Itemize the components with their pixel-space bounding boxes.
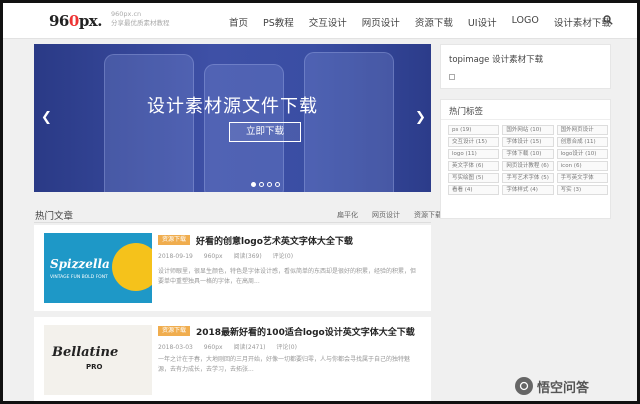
- logo-tail: px.: [78, 12, 103, 30]
- divider: [34, 222, 431, 223]
- carousel-dot[interactable]: [259, 182, 264, 187]
- wukong-logo-icon: [515, 377, 533, 395]
- article-card[interactable]: Bellatine PRO 资源下载 2018最新好看的100适合logo设计英…: [34, 317, 431, 401]
- thumb-title: Bellatine: [52, 345, 119, 360]
- site-logo[interactable]: 960px.: [49, 12, 102, 30]
- download-now-button[interactable]: 立即下载: [229, 122, 301, 142]
- browser-frame: 960px. 960px.cn 分享最优质素材教程 首页 PS教程 交互设计 网页设计…: [0, 0, 640, 404]
- banner-phone-graphic: [104, 54, 194, 192]
- carousel-dot[interactable]: [267, 182, 272, 187]
- nav-item[interactable]: UI设计: [468, 15, 497, 29]
- sidebar-box-title: 热门标签: [449, 107, 484, 117]
- nav-item[interactable]: 网页设计: [362, 15, 400, 29]
- lemon-graphic: [112, 243, 152, 291]
- sidebar-box-title[interactable]: topimage 设计素材下载: [449, 53, 543, 65]
- tag-item[interactable]: 写实绘图 (5): [448, 173, 500, 183]
- tag-item[interactable]: 手写英文字体: [556, 173, 608, 183]
- sidebar-box-topimage: topimage 设计素材下载: [440, 44, 611, 89]
- tag-item[interactable]: 字体下载 (10): [502, 149, 554, 159]
- article-views: 阅读(2471): [233, 344, 266, 351]
- tag-item[interactable]: 国外网站 (10): [502, 125, 554, 135]
- hot-tag-link[interactable]: 网页设计: [372, 210, 400, 220]
- nav-item[interactable]: 资源下载: [415, 15, 453, 29]
- article-views: 阅读(369): [233, 253, 262, 260]
- thumb-subtitle: PRO: [86, 363, 103, 371]
- hot-tag-link[interactable]: 资源下载: [414, 210, 442, 220]
- tag-item[interactable]: 手写艺术字体 (5): [502, 173, 554, 183]
- divider: [441, 119, 610, 120]
- article-comments[interactable]: 评论(0): [276, 344, 297, 351]
- banner-title: 设计素材源文件下载: [147, 96, 318, 117]
- article-author[interactable]: 960px: [204, 253, 223, 260]
- sidebar-box-tags: 热门标签 ps (19) 国外网站 (10) 国外网页设计交互设计 (15) 字体设计…: [440, 99, 611, 219]
- carousel-dot[interactable]: [251, 182, 256, 187]
- tag-item[interactable]: 看看 (4): [448, 185, 500, 195]
- chevron-right-icon[interactable]: ❯: [415, 110, 426, 125]
- tag-cloud: ps (19) 国外网站 (10) 国外网页设计交互设计 (15) 字体设计 (15)…: [448, 125, 608, 195]
- hot-tag-links: 扁平化 网页设计 资源下载: [337, 210, 442, 220]
- nav-item[interactable]: LOGO: [512, 15, 539, 29]
- chevron-left-icon[interactable]: ❮: [41, 110, 52, 125]
- broken-image-icon[interactable]: [449, 74, 455, 80]
- article-comments[interactable]: 评论(0): [273, 253, 294, 260]
- site-tagline: 960px.cn 分享最优质素材教程: [111, 10, 170, 28]
- watermark-text: 悟空问答: [537, 380, 590, 396]
- article-date: 2018-03-03: [158, 344, 193, 351]
- article-excerpt: 设计师眼里，很显生颜色，特色是字体设计感，看似简单的东西却是很好的积累，经验的积…: [158, 268, 417, 285]
- article-title[interactable]: 2018最新好看的100适合logo设计英文字体大全下载: [196, 325, 415, 338]
- tag-item[interactable]: logo (11): [448, 149, 500, 159]
- site-domain: 960px.cn: [111, 10, 142, 18]
- nav-item[interactable]: 首页: [229, 15, 248, 29]
- article-excerpt: 一年之计在于春，大地刚回的三月开始，好像一切都要归零，人与你都会寻找属于自己的独…: [158, 356, 411, 373]
- tag-item[interactable]: icon (6): [556, 161, 608, 171]
- search-icon[interactable]: [603, 15, 613, 25]
- article-author[interactable]: 960px: [204, 344, 223, 351]
- category-badge[interactable]: 资源下载: [158, 326, 191, 336]
- tag-item[interactable]: 创意合成 (11): [556, 137, 608, 147]
- nav-item[interactable]: PS教程: [263, 15, 294, 29]
- article-card[interactable]: Spizzella VINTAGE FUN BOLD FONT 资源下载 好看的…: [34, 225, 431, 311]
- article-meta: 2018-03-03 960px 阅读(2471) 评论(0): [158, 342, 306, 351]
- logo-dot: 0: [68, 12, 79, 30]
- site-header: 960px. 960px.cn 分享最优质素材教程 首页 PS教程 交互设计 网页设计…: [3, 3, 637, 39]
- article-meta: 2018-09-19 960px 阅读(369) 评论(0): [158, 251, 302, 260]
- banner-phone-graphic: [304, 52, 394, 192]
- tag-item[interactable]: 字体样式 (4): [502, 185, 554, 195]
- tag-item[interactable]: 网页设计教程 (6): [502, 161, 554, 171]
- tag-item[interactable]: ps (19): [448, 125, 500, 135]
- main-nav: 首页 PS教程 交互设计 网页设计 资源下载 UI设计 LOGO 设计素材下载: [229, 15, 626, 29]
- article-date: 2018-09-19: [158, 253, 193, 260]
- tag-item[interactable]: 写实 (3): [556, 185, 608, 195]
- tag-item[interactable]: logo设计 (10): [556, 149, 608, 159]
- article-thumbnail[interactable]: Spizzella VINTAGE FUN BOLD FONT: [44, 233, 152, 303]
- hero-banner[interactable]: 设计素材源文件下载 立即下载 ❮ ❯: [34, 44, 431, 192]
- article-thumbnail[interactable]: Bellatine PRO: [44, 325, 152, 395]
- hot-tag-link[interactable]: 扁平化: [337, 210, 358, 220]
- thumb-subtitle: VINTAGE FUN BOLD FONT: [50, 275, 108, 280]
- tag-item[interactable]: 英文字体 (6): [448, 161, 500, 171]
- watermark: 悟空问答: [515, 373, 639, 399]
- tag-item[interactable]: 字体设计 (15): [502, 137, 554, 147]
- hot-articles-heading: 热门文章: [35, 211, 74, 222]
- carousel-dots: [251, 182, 280, 187]
- article-title[interactable]: 好看的创意logo艺术英文字体大全下载: [196, 234, 353, 247]
- logo-main: 96: [49, 12, 69, 30]
- site-slogan: 分享最优质素材教程: [111, 19, 170, 27]
- carousel-dot[interactable]: [275, 182, 280, 187]
- tag-item[interactable]: 国外网页设计: [556, 125, 608, 135]
- tag-item[interactable]: 交互设计 (15): [448, 137, 500, 147]
- nav-item[interactable]: 交互设计: [309, 15, 347, 29]
- thumb-title: Spizzella: [50, 257, 110, 271]
- category-badge[interactable]: 资源下载: [158, 235, 191, 245]
